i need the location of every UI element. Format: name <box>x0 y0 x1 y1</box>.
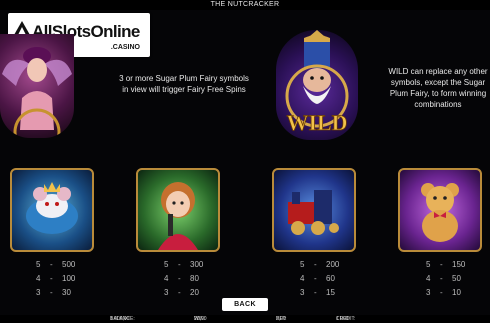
pay-row: 4-60 <box>300 274 335 283</box>
wild-symbol: WILD <box>276 30 358 140</box>
pay-row: 5-150 <box>426 260 466 269</box>
mouse-king-icon <box>26 182 78 234</box>
teddy-bear-symbol <box>398 168 482 252</box>
sugar-plum-fairy-symbol <box>0 34 74 138</box>
clara-icon <box>158 182 198 250</box>
pay-row: 3-30 <box>36 288 71 297</box>
clara-symbol <box>136 168 220 252</box>
paytable-toy-train: 5-200 4-60 3-15 <box>300 258 360 300</box>
pay-row: 3-20 <box>164 288 199 297</box>
toy-train-symbol <box>272 168 356 252</box>
paytable-teddy-bear: 5-150 4-50 3-10 <box>426 258 486 300</box>
pay-row: 5-500 <box>36 260 76 269</box>
scatter-description: 3 or more Sugar Plum Fairy symbols in vi… <box>119 74 249 94</box>
game-title: THE NUTCRACKER <box>0 0 490 10</box>
logo-sub: .CASINO <box>110 44 140 51</box>
wild-label: WILD <box>286 110 347 135</box>
pay-row: 4-100 <box>36 274 76 283</box>
pay-row: 5-300 <box>164 260 204 269</box>
fairy-icon <box>2 47 72 138</box>
paytable-mouse-king: 5-500 4-100 3-30 <box>36 258 96 300</box>
pay-row: 3-15 <box>300 288 335 297</box>
pay-row: 4-50 <box>426 274 461 283</box>
status-bar: BALANCE: 1 000,00 WIN: 20,00 BET: 2,00 C… <box>0 315 490 323</box>
nutcracker-icon: WILD <box>285 30 349 135</box>
pay-row: 5-200 <box>300 260 340 269</box>
back-button[interactable]: BACK <box>222 298 268 311</box>
wild-description: WILD can replace any other symbols, exce… <box>388 67 488 109</box>
pay-row: 3-10 <box>426 288 461 297</box>
pay-row: 4-80 <box>164 274 199 283</box>
paytable-clara: 5-300 4-80 3-20 <box>164 258 224 300</box>
toy-train-icon <box>288 190 339 235</box>
teddy-bear-icon <box>421 183 459 242</box>
mouse-king-symbol <box>10 168 94 252</box>
